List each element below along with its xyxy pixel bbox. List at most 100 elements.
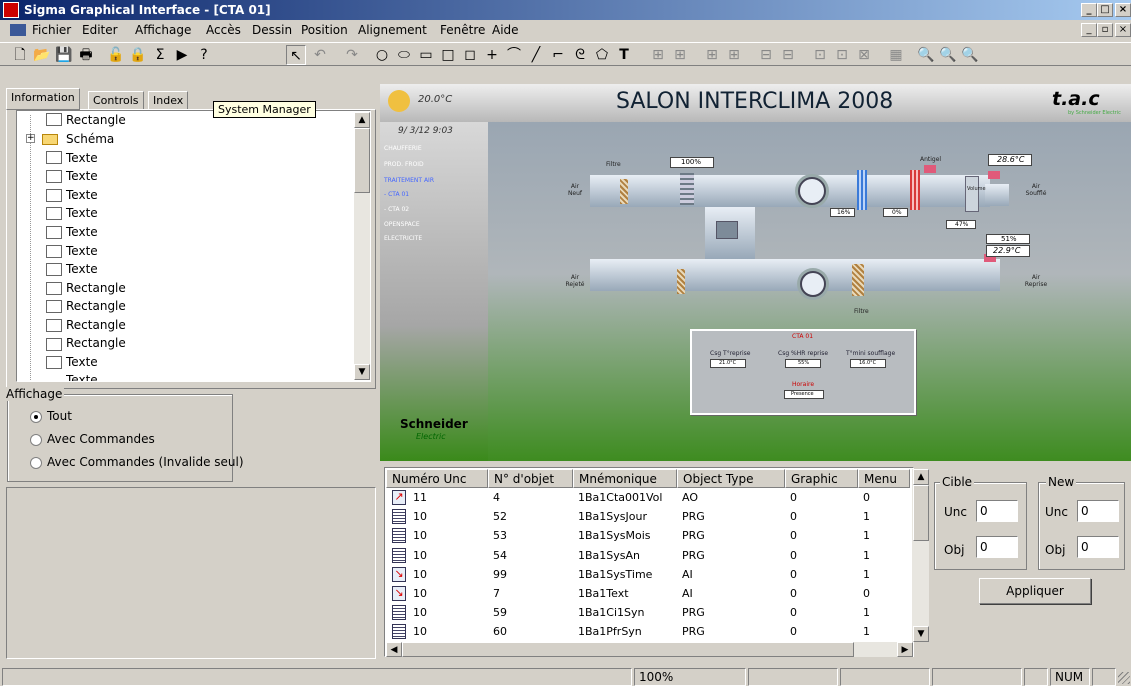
radio-tout[interactable]: [30, 411, 42, 423]
tab-index[interactable]: Index: [148, 91, 189, 111]
radio-avec-commandes[interactable]: [30, 434, 42, 446]
child-restore-button[interactable]: ▫: [1097, 23, 1113, 37]
align-left-icon[interactable]: ⊞: [648, 45, 668, 65]
tree-item[interactable]: Texte: [66, 204, 98, 222]
child-minimize-button[interactable]: _: [1081, 23, 1097, 37]
nav-electricite[interactable]: ELECTRICITE: [384, 235, 422, 242]
table-scroll-thumb[interactable]: [913, 485, 929, 541]
run-icon[interactable]: ▶: [172, 45, 192, 65]
pointer-icon[interactable]: ↖: [286, 45, 306, 65]
radio-invalide-seul-label[interactable]: Avec Commandes (Invalide seul): [47, 455, 244, 469]
tree-item[interactable]: Texte: [66, 260, 98, 278]
tree-item[interactable]: Texte: [66, 167, 98, 185]
scroll-down-arrow[interactable]: ▼: [354, 364, 370, 380]
zoom-in-icon[interactable]: 🔍: [916, 45, 936, 65]
space-h-icon[interactable]: ⊡: [810, 45, 830, 65]
grid-icon[interactable]: ▦: [886, 45, 906, 65]
maximize-button[interactable]: □: [1097, 3, 1113, 17]
zoom-fit-icon[interactable]: 🔍: [960, 45, 980, 65]
sum-icon[interactable]: Σ: [150, 45, 170, 65]
tree-item[interactable]: Rectangle: [66, 297, 126, 315]
group-icon[interactable]: ⊠: [854, 45, 874, 65]
help-icon[interactable]: ?: [194, 45, 214, 65]
tree-item[interactable]: Rectangle: [66, 279, 126, 297]
child-close-button[interactable]: ×: [1115, 23, 1131, 37]
nav-traitement-air[interactable]: TRAITEMENT AIR: [384, 177, 434, 184]
circle-icon[interactable]: ○: [372, 45, 392, 65]
rect-icon[interactable]: □: [438, 45, 458, 65]
table-scroll-up[interactable]: ▲: [913, 469, 929, 485]
center-h-icon[interactable]: ⊟: [756, 45, 776, 65]
tree-item[interactable]: Texte: [66, 149, 98, 167]
cible-unc-input[interactable]: 0: [976, 500, 1018, 522]
col-header-menu[interactable]: Menu: [858, 469, 910, 488]
tree-item[interactable]: Texte: [66, 353, 98, 371]
scroll-up-arrow[interactable]: ▲: [354, 112, 370, 128]
table-scroll-left[interactable]: ◀: [386, 642, 402, 657]
col-header-mnemonique[interactable]: Mnémonique: [573, 469, 677, 488]
tree-item[interactable]: Schéma: [66, 130, 114, 148]
arc-icon[interactable]: ⌒: [504, 45, 524, 65]
save-icon[interactable]: 💾: [54, 45, 74, 65]
nav-cta02[interactable]: - CTA 02: [384, 206, 409, 213]
menu-fichier[interactable]: Fichier: [32, 23, 71, 37]
new-icon[interactable]: 🗋: [10, 45, 30, 65]
align-right-icon[interactable]: ⊞: [670, 45, 690, 65]
zoom-out-icon[interactable]: 🔍: [938, 45, 958, 65]
panel-c2-value[interactable]: 55%: [785, 359, 821, 368]
nav-openspace[interactable]: OPENSPACE: [384, 221, 420, 228]
nav-prod-froid[interactable]: PROD. FROID: [384, 161, 424, 168]
minimize-button[interactable]: _: [1081, 3, 1097, 17]
col-header-graphic[interactable]: Graphic: [785, 469, 858, 488]
access-icon[interactable]: 🔓: [106, 45, 126, 65]
nav-chaufferie[interactable]: CHAUFFERIE: [384, 145, 422, 152]
table-scroll-right[interactable]: ▶: [897, 642, 913, 657]
lock-icon[interactable]: 🔒: [128, 45, 148, 65]
panel-c1-value[interactable]: 21.0°C: [710, 359, 746, 368]
tree-item[interactable]: Texte: [66, 242, 98, 260]
menu-position[interactable]: Position: [301, 23, 348, 37]
ellipse-icon[interactable]: ⬭: [394, 45, 414, 65]
menu-acces[interactable]: Accès: [206, 23, 241, 37]
resize-grip-icon[interactable]: [1118, 672, 1130, 684]
menu-affichage[interactable]: Affichage: [135, 23, 191, 37]
tree-item[interactable]: Rectangle: [66, 111, 126, 129]
apply-button[interactable]: Appliquer: [979, 578, 1091, 604]
rounded-rect-icon[interactable]: ▭: [416, 45, 436, 65]
text-icon[interactable]: T: [614, 45, 634, 65]
new-unc-input[interactable]: 0: [1077, 500, 1119, 522]
table-hscroll-thumb[interactable]: [402, 642, 854, 657]
polyline-icon[interactable]: ⌐: [548, 45, 568, 65]
menu-fenetre[interactable]: Fenêtre: [440, 23, 485, 37]
curve-icon[interactable]: ᘓ: [570, 45, 590, 65]
align-top-icon[interactable]: ⊞: [702, 45, 722, 65]
redo-icon[interactable]: ↷: [342, 45, 362, 65]
tab-controls[interactable]: Controls: [88, 91, 144, 111]
line-icon[interactable]: ╱: [526, 45, 546, 65]
close-button[interactable]: ×: [1115, 3, 1131, 17]
panel-c4-value[interactable]: Presence: [784, 390, 824, 399]
space-v-icon[interactable]: ⊡: [832, 45, 852, 65]
polygon-icon[interactable]: ⬠: [592, 45, 612, 65]
col-header-object-type[interactable]: Object Type: [677, 469, 785, 488]
cross-icon[interactable]: +: [482, 45, 502, 65]
menu-dessin[interactable]: Dessin: [252, 23, 292, 37]
nav-cta01[interactable]: - CTA 01: [384, 191, 409, 198]
open-icon[interactable]: 📂: [32, 45, 52, 65]
panel-c3-value[interactable]: 16.0°C: [850, 359, 886, 368]
undo-icon[interactable]: ↶: [310, 45, 330, 65]
tree-item[interactable]: Texte: [66, 223, 98, 241]
tree-item[interactable]: Texte: [66, 186, 98, 204]
menu-editer[interactable]: Editer: [82, 23, 118, 37]
print-icon[interactable]: 🖶: [76, 45, 96, 65]
col-header-objet[interactable]: N° d'objet: [488, 469, 573, 488]
tab-information[interactable]: Information: [6, 88, 80, 110]
radio-invalide-seul[interactable]: [30, 457, 42, 469]
square-icon[interactable]: ◻: [460, 45, 480, 65]
col-header-numero-unc[interactable]: Numéro Unc: [386, 469, 488, 488]
menu-aide[interactable]: Aide: [492, 23, 519, 37]
radio-tout-label[interactable]: Tout: [47, 409, 72, 423]
radio-avec-commandes-label[interactable]: Avec Commandes: [47, 432, 155, 446]
cible-obj-input[interactable]: 0: [976, 536, 1018, 558]
table-scroll-down[interactable]: ▼: [913, 626, 929, 642]
